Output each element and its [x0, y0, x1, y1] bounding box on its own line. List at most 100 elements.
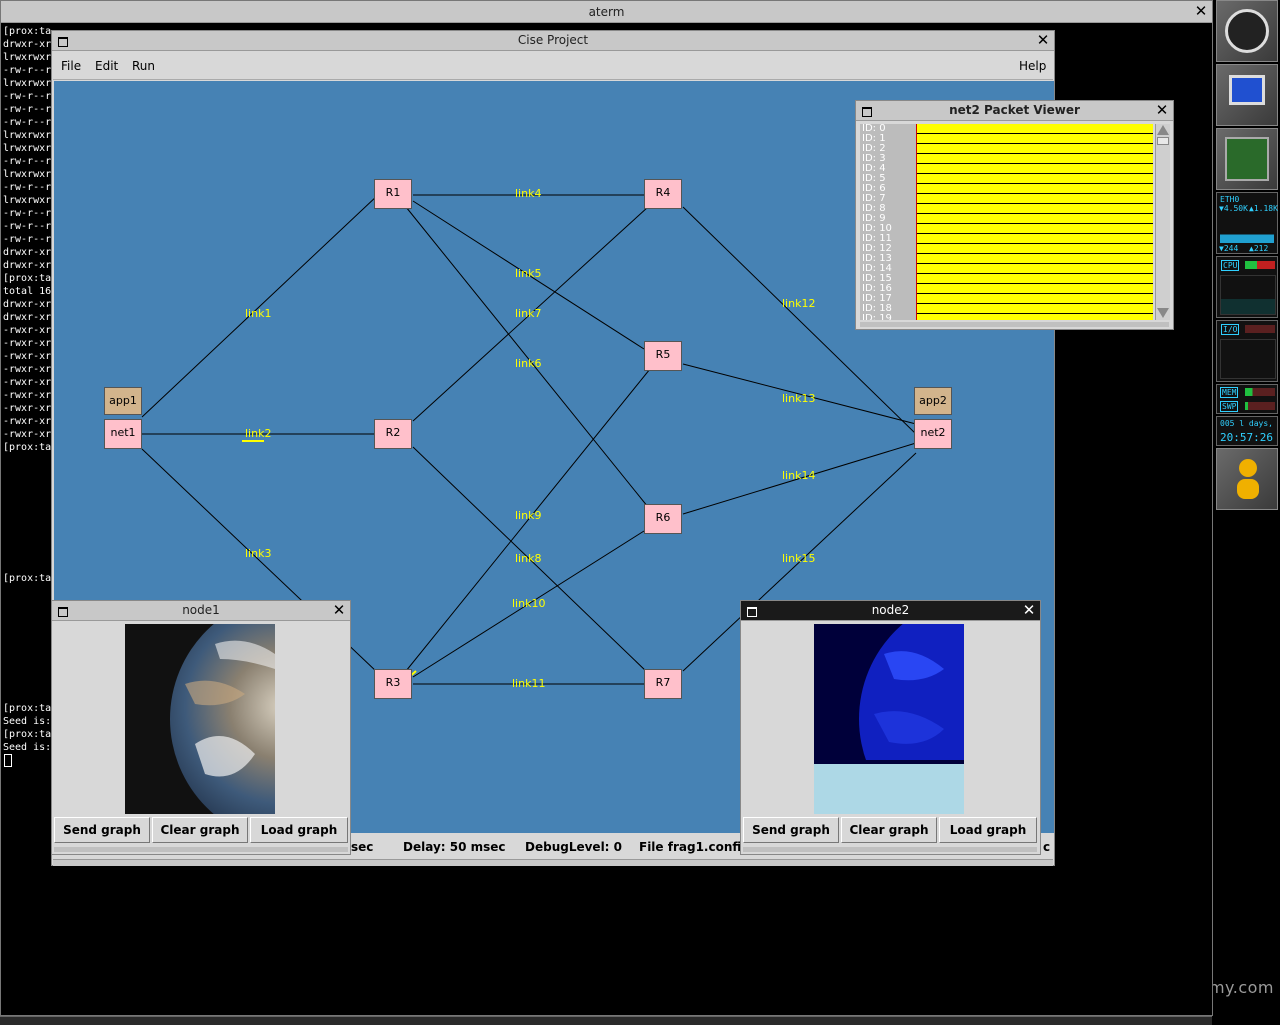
mem-label: MEM: [1220, 387, 1239, 398]
dock-tile-main[interactable]: [1216, 0, 1278, 62]
clear-graph-button[interactable]: Clear graph: [841, 817, 937, 843]
terminal-line: lrwxrwxr: [3, 52, 52, 63]
packet-row-fill: [917, 154, 1153, 164]
label-link10[interactable]: link10: [512, 597, 545, 610]
terminal-line: -rw-r--r: [3, 104, 52, 115]
edge-link1: [141, 194, 379, 418]
eth-label: ETH0: [1220, 195, 1240, 204]
node1-titlebar[interactable]: node1 ✕: [52, 601, 350, 621]
terminal-line: -rwxr-xr: [3, 429, 52, 440]
close-icon[interactable]: ✕: [1021, 603, 1037, 619]
node-r7[interactable]: R7: [644, 669, 682, 699]
load-graph-button[interactable]: Load graph: [939, 817, 1037, 843]
earth-image: [125, 624, 275, 814]
packet-row-fill: [917, 264, 1153, 274]
aterm-titlebar[interactable]: aterm ✕: [1, 1, 1212, 23]
aterm-close-icon[interactable]: ✕: [1193, 4, 1209, 20]
packet-viewer-titlebar[interactable]: net2 Packet Viewer ✕: [856, 101, 1173, 121]
memory-monitor: MEM SWP: [1216, 384, 1278, 414]
clear-graph-button[interactable]: Clear graph: [152, 817, 248, 843]
minimize-icon[interactable]: [55, 33, 71, 49]
label-link7[interactable]: link7: [515, 307, 541, 320]
status-delay: Delay: 50 msec: [403, 840, 506, 854]
node-app1[interactable]: app1: [104, 387, 142, 415]
packet-row-fill: [917, 204, 1153, 214]
eth-rx-label: ▼4.50K: [1219, 204, 1248, 213]
menu-bar: File Edit Run Help: [53, 53, 1053, 80]
send-graph-button[interactable]: Send graph: [743, 817, 839, 843]
minimize-icon[interactable]: [55, 603, 71, 619]
terminal-line: drwxr-xr: [3, 312, 52, 323]
menu-run[interactable]: Run: [132, 59, 155, 73]
close-icon[interactable]: ✕: [331, 603, 347, 619]
scroll-down-icon[interactable]: [1157, 308, 1169, 318]
label-link14[interactable]: link14: [782, 469, 815, 482]
cpu-label: CPU: [1221, 260, 1240, 271]
label-link2[interactable]: link2: [245, 427, 271, 440]
node-net1[interactable]: net1: [104, 419, 142, 449]
dock-tile-graphics[interactable]: [1216, 128, 1278, 190]
close-icon[interactable]: ✕: [1154, 103, 1170, 119]
node-r2[interactable]: R2: [374, 419, 412, 449]
io-graph: [1220, 339, 1276, 379]
eth-bottom-right-label: ▲212: [1249, 244, 1269, 253]
packet-row-fill: [917, 144, 1153, 154]
terminal-line: [prox:ta: [3, 273, 52, 284]
label-link1[interactable]: link1: [245, 307, 271, 320]
minimize-icon[interactable]: [859, 103, 875, 119]
terminal-line: -rw-r--r: [3, 117, 52, 128]
scroll-thumb[interactable]: [1157, 137, 1169, 145]
messenger-icon: [1239, 459, 1257, 477]
menu-help[interactable]: Help: [1019, 59, 1046, 73]
packet-viewer-window: net2 Packet Viewer ✕ ID: 0 ID: 1 ID: 2 ID: …: [855, 100, 1174, 330]
cise-project-titlebar[interactable]: Cise Project ✕: [52, 31, 1054, 51]
node-r6[interactable]: R6: [644, 504, 682, 534]
minimize-icon[interactable]: [744, 603, 760, 619]
send-graph-button[interactable]: Send graph: [54, 817, 150, 843]
dock-tile-monitor[interactable]: [1216, 64, 1278, 126]
terminal-line: lrwxrwxr: [3, 143, 52, 154]
label-link3[interactable]: link3: [245, 547, 271, 560]
packet-id-row[interactable]: ID: 19: [860, 314, 916, 321]
packet-viewer-hscroll[interactable]: [860, 322, 1169, 327]
label-link6[interactable]: link6: [515, 357, 541, 370]
menu-file[interactable]: File: [61, 59, 81, 73]
label-link15[interactable]: link15: [782, 552, 815, 565]
label-link5[interactable]: link5: [515, 267, 541, 280]
node2-titlebar[interactable]: node2 ✕: [741, 601, 1040, 621]
terminal-line: [prox:ta: [3, 442, 52, 453]
packet-row-fill: [917, 294, 1153, 304]
terminal-line: total 16: [3, 286, 52, 297]
monitor-icon: [1229, 75, 1265, 105]
packet-row-fill: [917, 284, 1153, 294]
io-monitor: I/O: [1216, 320, 1278, 382]
node-net2[interactable]: net2: [914, 419, 952, 449]
node-r4[interactable]: R4: [644, 179, 682, 209]
packet-data-area[interactable]: [916, 124, 1153, 320]
label-link9[interactable]: link9: [515, 509, 541, 522]
label-link4[interactable]: link4: [515, 187, 541, 200]
terminal-line: drwxr-xr: [3, 260, 52, 271]
terminal-line: lrwxrwxr: [3, 78, 52, 89]
label-link8[interactable]: link8: [515, 552, 541, 565]
node1-hscroll[interactable]: [54, 847, 348, 852]
node2-hscroll[interactable]: [743, 847, 1037, 852]
scroll-up-icon[interactable]: [1157, 125, 1169, 135]
packet-viewer-scrollbar[interactable]: [1155, 124, 1170, 320]
node-r1[interactable]: R1: [374, 179, 412, 209]
horizontal-scrollbar[interactable]: [53, 859, 1053, 866]
label-link13[interactable]: link13: [782, 392, 815, 405]
dock-tile-messenger[interactable]: [1216, 448, 1278, 510]
menu-edit[interactable]: Edit: [95, 59, 118, 73]
node-r5[interactable]: R5: [644, 341, 682, 371]
load-graph-button[interactable]: Load graph: [250, 817, 348, 843]
node-r3[interactable]: R3: [374, 669, 412, 699]
terminal-line: Seed is:: [3, 716, 52, 727]
close-icon[interactable]: ✕: [1035, 33, 1051, 49]
terminal-cursor: [4, 754, 12, 767]
label-link12[interactable]: link12: [782, 297, 815, 310]
node-app2[interactable]: app2: [914, 387, 952, 415]
label-link11[interactable]: link11: [512, 677, 545, 690]
packet-row-fill: [917, 314, 1153, 320]
earth-graphic: [170, 624, 275, 814]
